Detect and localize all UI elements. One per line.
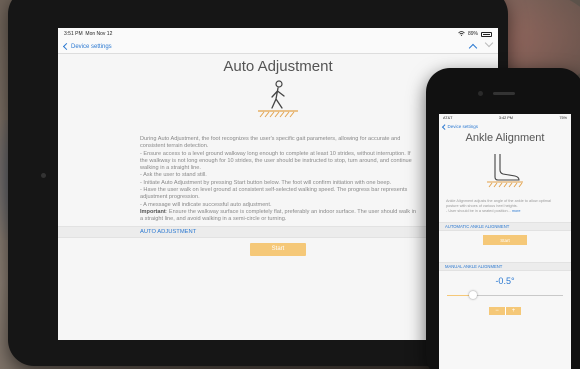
down-arrow-icon[interactable] (484, 38, 494, 48)
navigation-bar: Device settings (58, 38, 498, 54)
instruction-line: - Initiate Auto Adjustment by pressing S… (140, 179, 392, 186)
decrement-button[interactable]: − (489, 307, 505, 316)
section-header-automatic-alignment: AUTOMATIC ANKLE ALIGNMENT (439, 222, 571, 232)
page-title: Auto Adjustment (223, 58, 333, 75)
phone-carrier: AT&T (443, 116, 453, 120)
phone-page-title: Ankle Alignment (465, 132, 545, 144)
walking-person-icon (254, 79, 302, 124)
phone-back-label: Device settings (447, 124, 479, 129)
more-link[interactable]: more (512, 209, 521, 213)
iphone-device: AT&T 3:42 PM 75% Device settings Ankle A… (426, 68, 580, 369)
instruction-line: - Ask the user to stand still. (140, 172, 207, 179)
status-date: Mon Nov 12 (85, 31, 113, 37)
up-arrow-icon[interactable] (468, 43, 478, 53)
instruction-line: During Auto Adjustment, the foot recogni… (140, 136, 401, 150)
phone-description-more: - User should be in a seated position... (446, 209, 511, 214)
phone-status-bar: AT&T 3:42 PM 75% (439, 114, 571, 122)
battery-icon (481, 31, 492, 37)
back-button-label: Device settings (71, 43, 112, 50)
phone-description-text: Ankle Alignment adjusts the angle of the… (446, 199, 551, 209)
phone-time: 3:42 PM (498, 116, 513, 120)
section-header-manual-alignment: MANUAL ANKLE ALIGNMENT (439, 262, 571, 272)
slider-thumb[interactable] (469, 291, 478, 300)
back-chevron-icon (62, 42, 71, 51)
wifi-icon (458, 30, 465, 38)
phone-back-button[interactable]: Device settings (439, 122, 571, 131)
iphone-front-camera (478, 91, 483, 96)
status-time: 3:51 PM (64, 31, 83, 37)
back-chevron-icon (442, 124, 448, 129)
increment-button[interactable]: + (505, 307, 521, 316)
foot-ankle-icon (485, 152, 525, 193)
alignment-stepper: − + (439, 307, 571, 316)
important-text: : Ensure the walkway surface is complete… (140, 208, 416, 223)
alignment-slider[interactable] (447, 291, 563, 300)
battery-percent: 89% (467, 31, 478, 37)
ipad-camera (41, 173, 46, 178)
status-bar: 3:51 PM Mon Nov 12 89% (58, 28, 498, 40)
alignment-value: -0.5° (495, 276, 515, 287)
important-note: Important: Ensure the walkway surface is… (140, 209, 418, 224)
instruction-line: - Have the user walk on level ground at … (140, 187, 408, 201)
important-label: Important (140, 208, 166, 215)
iphone-speaker (493, 92, 515, 95)
instruction-line: - A message will indicate successful aut… (140, 201, 272, 208)
iphone-screen: AT&T 3:42 PM 75% Device settings Ankle A… (439, 114, 571, 369)
phone-start-button[interactable]: Start (483, 235, 527, 246)
start-button[interactable]: Start (250, 242, 306, 256)
phone-battery: 75% (559, 116, 567, 120)
back-button[interactable]: Device settings (62, 42, 112, 51)
phone-description: Ankle Alignment adjusts the angle of the… (439, 199, 571, 214)
instruction-line: - Ensure access to a level ground walkwa… (140, 150, 412, 172)
